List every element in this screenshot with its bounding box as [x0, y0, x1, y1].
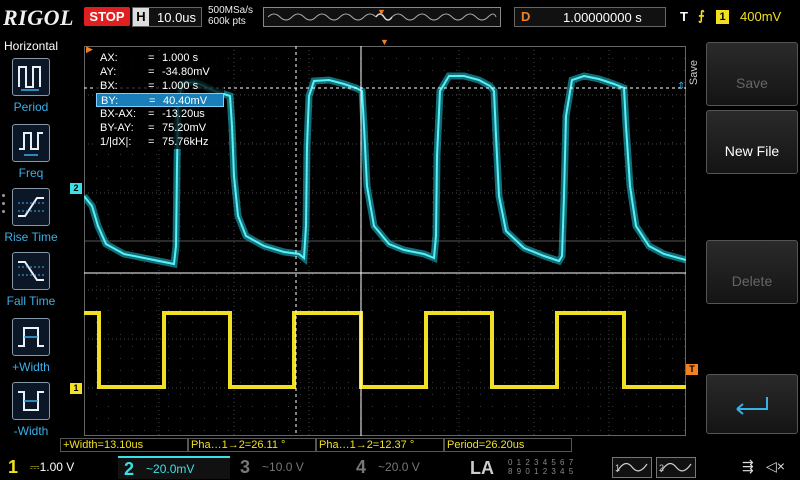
speaker-muted-icon[interactable]: ◁× [766, 458, 785, 475]
vertical-scroll-icon: ⇕ [677, 81, 686, 92]
sample-rate: 500MSa/s [208, 5, 254, 16]
measurement-phase-rising[interactable]: Pha…1→2=26.11 ° [188, 438, 316, 452]
sidebar-item-label: Rise Time [4, 230, 58, 244]
rising-edge-icon: ⨍ [698, 8, 705, 23]
measurement-phase-falling[interactable]: Pha…1→2=12.37 ° [316, 438, 444, 452]
negative-width-icon [12, 382, 50, 420]
period-icon [12, 58, 50, 96]
sidebar-item-label: +Width [12, 360, 50, 374]
sidebar-item-fall-time[interactable]: Fall Time [0, 252, 62, 316]
cursor-row: AX: = 1.000 s [100, 52, 199, 64]
channel-status-bar: 1 ⎓1.00 V 2 ~20.0mV 3 ~10.0 V 4 ~20.0 V … [0, 455, 800, 480]
cursor-row-selected[interactable]: BY: = 40.40mV [96, 93, 224, 107]
trigger-time-marker-icon: ▼ [380, 37, 389, 47]
save-button[interactable]: Save [706, 42, 798, 106]
sidebar-item-label: Period [13, 100, 49, 114]
frequency-icon [12, 124, 50, 162]
measurement-period[interactable]: Period=26.20us [444, 438, 572, 452]
timebase-label: H [133, 8, 149, 26]
rise-time-icon [12, 188, 50, 226]
trigger-source: 1 [716, 10, 729, 24]
trigger-level-marker[interactable]: T [686, 364, 698, 375]
trigger-delay-value: 1.00000000 s [563, 10, 642, 25]
sidebar-item-positive-width[interactable]: +Width [0, 318, 62, 382]
sidebar-item-negative-width[interactable]: -Width [0, 382, 62, 446]
generator-1-button[interactable]: 1 [612, 457, 652, 478]
cursor-row: 1/|dX|: = 75.76kHz [100, 136, 209, 148]
return-arrow-icon [736, 397, 768, 415]
logic-channel-indicator: 0 1 2 3 4 5 6 7 8 9 0 1 2 3 4 5 [508, 458, 575, 476]
channel-3-scale: ~10.0 V [262, 460, 304, 474]
memory-depth: 600k pts [208, 16, 246, 27]
trigger-label: T [680, 9, 688, 24]
channel-2-scale: ~20.0mV [146, 462, 195, 476]
memory-overview-bar[interactable]: ▼ [263, 7, 501, 27]
channel-1-status[interactable]: 1 ⎓1.00 V [2, 456, 114, 479]
new-file-button[interactable]: New File [706, 110, 798, 174]
channel-4-scale: ~20.0 V [378, 460, 420, 474]
generator-2-button[interactable]: 2 [656, 457, 696, 478]
sidebar-item-rise-time[interactable]: Rise Time [0, 188, 62, 252]
channel-2-offset-marker[interactable]: 2 [70, 183, 82, 194]
top-status-bar: RIGOL STOP H 10.0us 500MSa/s 600k pts ▼ … [0, 0, 800, 36]
sidebar-title: Horizontal [3, 39, 59, 53]
channel-1-scale: ⎓1.00 V [30, 460, 75, 474]
usb-icon: ⇶ [742, 458, 754, 474]
timebase-box[interactable]: H 10.0us [132, 7, 202, 27]
trigger-level: 400mV [740, 9, 782, 24]
channel-1-offset-marker[interactable]: 1 [70, 383, 82, 394]
sidebar-item-label: Fall Time [6, 294, 56, 308]
timebase-value: 10.0us [157, 10, 197, 25]
measurement-sidebar: Horizontal Period Freq Rise Time Fall Ti… [0, 38, 62, 438]
acquisition-info: 500MSa/s 600k pts [208, 5, 253, 27]
cursor-readout-panel: AX: = 1.000 s AY: = -34.80mV BX: = 1.000 s BY:… [96, 51, 224, 149]
trigger-delay-label: D [521, 9, 531, 24]
channel-2-status[interactable]: 2 ~20.0mV [118, 456, 230, 479]
run-stop-button[interactable]: STOP [84, 7, 130, 26]
softkey-menu: Save New File Delete [704, 38, 800, 436]
logic-analyzer-button[interactable]: LA [470, 458, 494, 479]
cursor-row: BY-AY: = 75.20mV [100, 122, 207, 134]
channel-4-status[interactable]: 4 ~20.0 V [350, 456, 462, 479]
menu-side-label: Save [688, 60, 700, 86]
sidebar-item-label: Freq [18, 166, 44, 180]
cursor-a-marker-icon: ▶ [86, 44, 93, 54]
trigger-settings-box[interactable]: T ⨍ 1 400mV [674, 7, 798, 27]
brand-logo: RIGOL [3, 5, 74, 30]
fall-time-icon [12, 252, 50, 290]
cursor-row: BX: = 1.000 s [100, 80, 199, 92]
positive-width-icon [12, 318, 50, 356]
return-button[interactable] [706, 374, 798, 434]
sidebar-item-period[interactable]: Period [0, 58, 62, 122]
cursor-row: AY: = -34.80mV [100, 66, 210, 78]
measurement-positive-width[interactable]: +Width=13.10us [60, 438, 188, 452]
trigger-position-icon: ▼ [377, 7, 386, 17]
channel-3-status[interactable]: 3 ~10.0 V [234, 456, 346, 479]
trigger-delay-box[interactable]: D 1.00000000 s [514, 7, 666, 27]
sidebar-item-freq[interactable]: Freq [0, 124, 62, 188]
measurement-results-bar: +Width=13.10us Pha…1→2=26.11 ° Pha…1→2=1… [60, 438, 700, 453]
delete-button[interactable]: Delete [706, 240, 798, 304]
cursor-row: BX-AX: = -13.20us [100, 108, 205, 120]
sidebar-item-label: -Width [13, 424, 49, 438]
